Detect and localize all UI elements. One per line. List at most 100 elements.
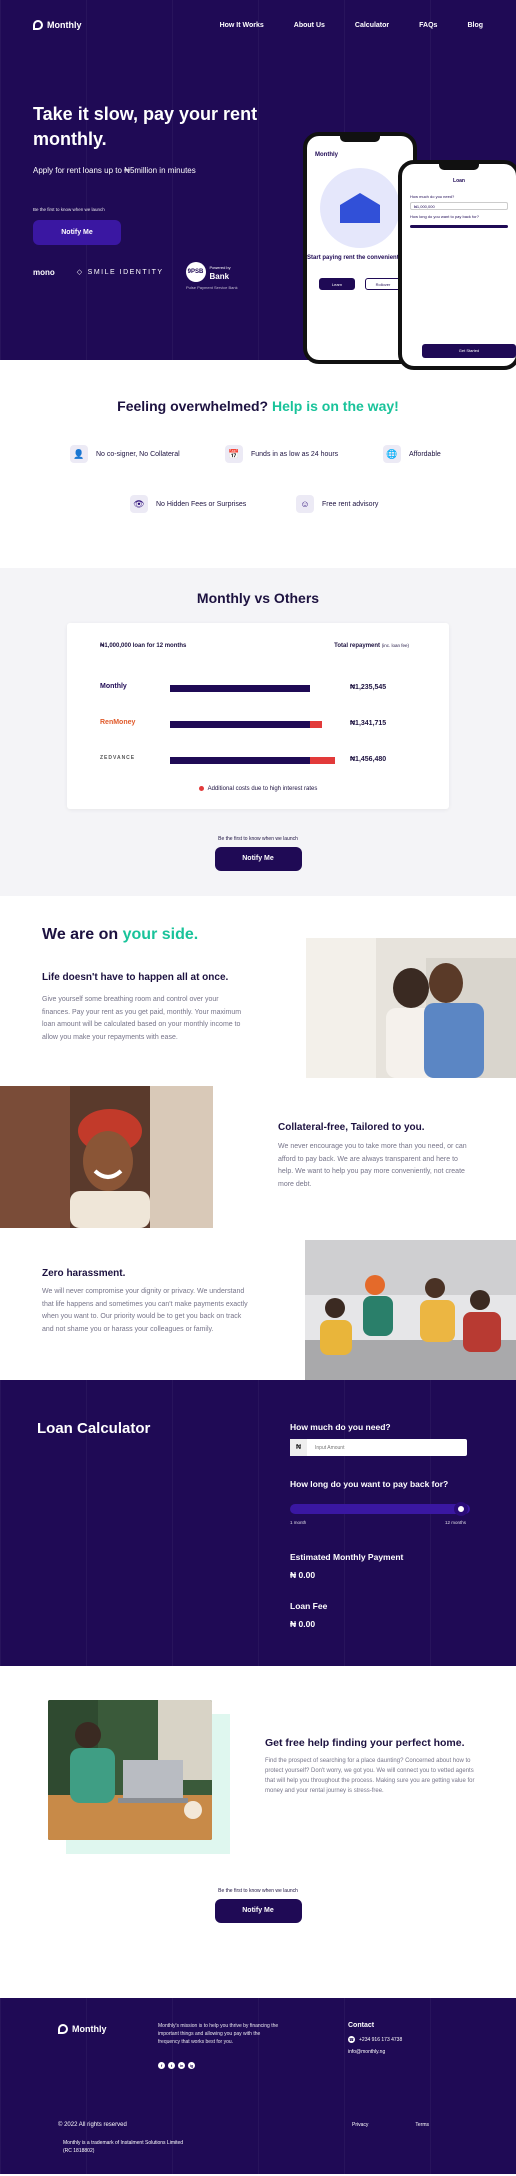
nav-link-about-us[interactable]: About Us [294,22,325,29]
naira-icon: ₦ [290,1439,307,1456]
footer-brand-name: Monthly [72,2024,107,2034]
repayment-header: Total repayment (inc. loan fee) [334,643,409,649]
legend-text: Additional costs due to high interest ra… [207,786,318,793]
phone-loan-title: Loan [453,178,465,184]
amount-placeholder: Input Amount [315,1444,345,1451]
mono-logo: mono [33,267,55,277]
hero-headline: Take it slow, pay your rent monthly. [33,104,258,149]
eye-off-icon: 👁 [130,495,148,513]
hero-notify-button[interactable]: Notify Me [33,220,121,245]
features-section: Feeling overwhelmed? Help is on the way!… [0,360,516,568]
comparison-legend: Additional costs due to high interest ra… [67,786,449,792]
feature-label: Funds in as low as 24 hours [251,450,339,458]
comparison-card: ₦1,000,000 loan for 12 months Total repa… [67,623,449,809]
shield-icon: ◇ [76,269,84,276]
feature-rent-advisory: ☺ Free rent advisory [296,495,378,513]
loan-fee-label: Loan Fee [290,1601,328,1611]
phone-amount-value: ₦1,000,000 [410,202,508,210]
side-heading: We are on your side. [42,926,198,944]
comparison-row: ZEDVANCE ₦1,456,480 [100,753,415,767]
repayment-note: (inc. loan fee) [381,643,409,648]
comparison-bar [170,757,335,764]
slider-min-label: 1 month [290,1520,307,1525]
globe-icon: 🌐 [383,445,401,463]
help-title: Get free help finding your perfect home. [265,1737,465,1749]
block3-title: Zero harassment. [42,1268,126,1279]
phone-icon: ☎ [348,2036,355,2043]
logo-icon [58,2024,68,2034]
repayment-label: Total repayment [334,643,381,649]
hero-section: Monthly How It Works About Us Calculator… [0,0,516,370]
calculator-section: Loan Calculator How much do you need? ₦ … [0,1380,516,1666]
amount-input[interactable]: ₦ Input Amount [290,1439,467,1456]
footer-links: Privacy Terms [352,2122,429,2128]
side-heading-main: We are on [42,926,123,943]
bank-logo: 9PSB Powered by Bank [185,262,231,282]
twitter-icon[interactable]: t [168,2062,175,2069]
feature-no-cosigner: 👤 No co-signer, No Collateral [70,445,180,463]
terms-link[interactable]: Terms [415,2122,429,2128]
contact-title: Contact [348,2022,375,2029]
zedvance-brand: ZEDVANCE [100,755,136,761]
block1-text: Give yourself some breathing room and co… [42,996,242,1041]
instagram-icon[interactable]: ig [188,2062,195,2069]
nav-links: How It Works About Us Calculator FAQs Bl… [220,22,483,29]
contact-email[interactable]: info@monthly.ng [348,2049,385,2055]
slider-handle[interactable] [454,1502,468,1516]
bank-name: Bank [209,272,230,281]
block2-text: We never encourage you to take more than… [278,1143,467,1188]
smile-identity-logo: ◇ SMILE IDENTITY [76,268,164,277]
privacy-link[interactable]: Privacy [352,2122,368,2128]
repayment-amount: ₦1,456,480 [350,756,387,763]
period-slider[interactable] [290,1502,470,1516]
comparison-launch: Be the first to know when we launch Noti… [0,836,516,871]
comparison-row: RenMoney ₦1,341,715 [100,717,415,731]
comparison-notify-button[interactable]: Notify Me [214,847,302,871]
phone-period-slider [410,225,508,228]
features-heading-accent: Help is on the way! [272,398,399,414]
red-dot-icon [198,786,204,791]
repayment-amount: ₦1,235,545 [350,684,387,691]
comparison-bar [170,721,322,728]
facebook-icon[interactable]: f [158,2062,165,2069]
phone-rollover-button: Rollover [365,278,401,290]
hero-subtitle: Apply for rent loans up to ₦5million in … [33,166,196,175]
footer-logo[interactable]: Monthly [58,2024,107,2034]
slider-max-label: 12 months [445,1520,467,1525]
bank-registration: Pulse Payment Service Bank [186,285,238,290]
user-icon: 👤 [70,445,88,463]
renmoney-brand: RenMoney [100,719,136,726]
linkedin-icon[interactable]: in [178,2062,185,2069]
loan-label: ₦1,000,000 loan for 12 months [100,643,187,649]
smiling-woman-photo [0,1086,213,1228]
nav-link-calculator[interactable]: Calculator [355,22,389,29]
block3-text: We will never compromise your dignity or… [42,1288,248,1333]
comparison-row: Monthly ₦1,235,545 [100,681,415,695]
feature-no-hidden-fees: 👁 No Hidden Fees or Surprises [130,495,246,513]
bank-powered: Powered by [209,265,231,270]
comparison-bar [170,685,310,692]
period-question: How long do you want to pay back for? [290,1479,449,1489]
hero-text: Take it slow, pay your rent monthly. App… [33,102,293,245]
nav-link-faqs[interactable]: FAQs [419,22,437,29]
help-text: Find the prospect of searching for a pla… [265,1758,475,1794]
help-notify-button[interactable]: Notify Me [214,1899,302,1923]
side-heading-accent: your side. [122,926,199,943]
copyright: © 2022 All rights reserved [58,2122,127,2128]
feature-funds-fast: 📅 Funds in as low as 24 hours [225,445,338,463]
amount-question: How much do you need? [290,1422,391,1432]
features-heading: Feeling overwhelmed? Help is on the way! [0,360,516,414]
phone-logo: Monthly [315,152,338,158]
social-links: f t in ig [158,2062,195,2069]
brand-logo[interactable]: Monthly [33,20,82,30]
house-illustration [320,168,400,248]
nav-link-blog[interactable]: Blog [467,22,483,29]
block2-title: Collateral-free, Tailored to you. [278,1122,425,1133]
nav-link-how-it-works[interactable]: How It Works [220,22,264,29]
block1-title: Life doesn't have to happen all at once. [42,972,229,983]
footer: Monthly Monthly's mission is to help you… [0,1998,516,2174]
help-section: Get free help finding your perfect home.… [0,1666,516,1998]
feature-label: No Hidden Fees or Surprises [156,500,247,508]
phone-submit-button: Get Started [422,344,516,358]
contact-phone[interactable]: ☎ +234 916 173 4738 [348,2036,402,2043]
